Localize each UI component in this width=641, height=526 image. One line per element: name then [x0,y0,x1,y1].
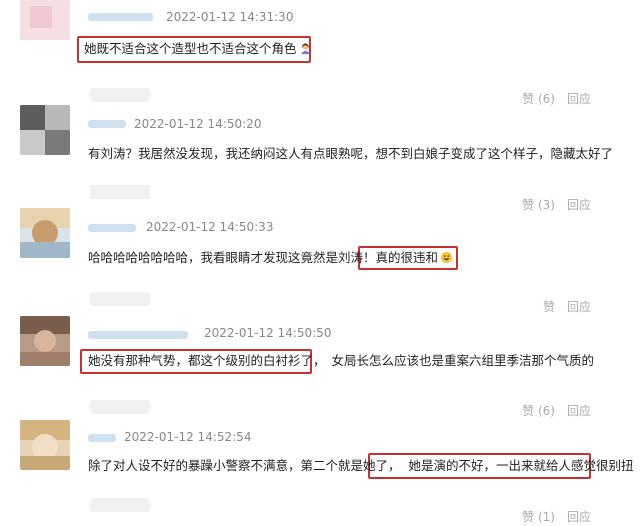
like-count: (6) [537,404,555,418]
reply-button[interactable]: 回应 [567,198,591,212]
comment-timestamp: 2022-01-12 14:31:30 [166,10,294,24]
blurred-reply-preview [90,185,150,199]
blurred-username[interactable] [88,13,153,21]
comment-text: 有刘涛？我居然没发现，我还纳闷这人有点眼熟呢，想不到白娘子变成了这个样子，隐藏太… [88,146,614,161]
like-label: 赞 [522,404,535,418]
comment-text: 哈哈哈哈哈哈哈哈，我看眼睛才发现这竟然是刘涛！真的很违和 [88,250,453,266]
avatar[interactable] [20,0,70,40]
blurred-reply-preview [90,88,150,102]
blurred-username[interactable] [88,224,136,232]
like-label: 赞 [522,198,535,212]
blurred-username[interactable] [88,331,188,339]
comment-highlight-text: 真的很违和 [375,250,439,265]
comment-actions: 赞回应 [543,300,591,314]
avatar[interactable] [20,208,70,258]
blurred-username[interactable] [88,120,126,128]
grinning-sweat-emoji-icon [440,251,453,264]
comment-actions: 赞 (1) 回应 [522,510,591,524]
avatar[interactable] [20,105,70,155]
like-button[interactable]: 赞 (6) [522,404,555,418]
blurred-reply-preview [90,292,150,306]
comment-actions: 赞 (6) 回应 [522,404,591,418]
comment-plain-text: 除了对人设不好的暴躁小警察不满意，第二个就是她了， [88,458,401,473]
like-button[interactable]: 赞 (6) [522,92,555,106]
like-button[interactable]: 赞 (3) [522,198,555,212]
comment-timestamp: 2022-01-12 14:50:33 [146,220,274,234]
like-count: (6) [537,92,555,106]
comment-actions: 赞 (6) 回应 [522,92,591,106]
like-label: 赞 [522,510,535,524]
woman-shrugging-emoji-icon [300,43,310,55]
like-count: (3) [537,198,555,212]
reply-button[interactable]: 回应 [567,510,591,524]
avatar[interactable] [20,420,70,470]
reply-button[interactable]: 回应 [567,92,591,106]
blurred-username[interactable] [88,434,116,442]
like-label: 赞 [522,92,535,106]
comment-highlight-text: 她没有那种气势，都这个级别的白衬衫了， [88,353,326,368]
reply-button[interactable]: 回应 [567,404,591,418]
comment-plain-text: 女局长怎么应该也是重案六组里季洁那个气质的 [331,353,595,368]
comment-text: 除了对人设不好的暴躁小警察不满意，第二个就是她了， 她是演的不好，一出来就给人感觉… [88,458,634,474]
like-button[interactable]: 赞 (1) [522,510,555,524]
like-count: (1) [537,510,555,524]
avatar[interactable] [20,316,70,366]
like-button[interactable]: 赞 [543,300,555,314]
comment-actions: 赞 (3) 回应 [522,198,591,212]
blurred-reply-preview [90,400,150,414]
comment-text: 她既不适合这个造型也不适合这个角色 [84,41,312,57]
comment-text: 她没有那种气势，都这个级别的白衬衫了， 女局长怎么应该也是重案六组里季洁那个气质的 [88,353,594,369]
comment-timestamp: 2022-01-12 14:50:20 [134,117,262,131]
comment-highlight-text: 她是演的不好，一出来就给人感觉很别扭 [408,458,634,473]
blurred-reply-preview [90,498,150,512]
comment-highlight-text: 她既不适合这个造型也不适合这个角色 [84,41,297,56]
comment-timestamp: 2022-01-12 14:52:54 [124,430,252,444]
comment-timestamp: 2022-01-12 14:50:50 [204,326,332,340]
comment-plain-text: 哈哈哈哈哈哈哈哈，我看眼睛才发现这竟然是刘涛！ [88,250,376,265]
reply-button[interactable]: 回应 [567,300,591,314]
